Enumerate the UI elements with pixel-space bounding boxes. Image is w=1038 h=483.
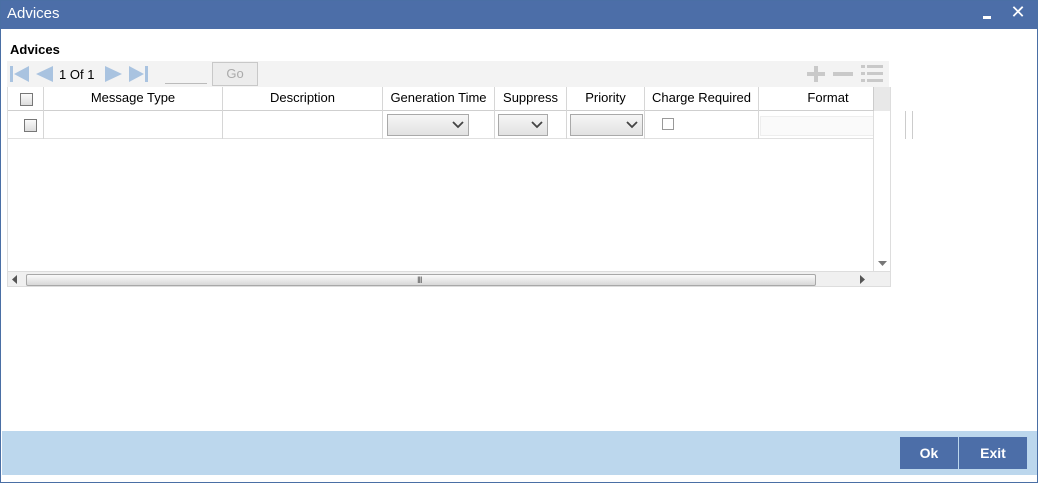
priority-select[interactable] xyxy=(570,114,643,136)
vertical-scrollbar[interactable] xyxy=(873,111,890,271)
total-pages: 1 xyxy=(87,67,95,82)
page-indicator: 1 Of 1 xyxy=(59,67,94,82)
priority-cell xyxy=(567,111,645,139)
go-button[interactable]: Go xyxy=(212,62,258,86)
format-field[interactable] xyxy=(760,116,886,136)
row-select-checkbox[interactable] xyxy=(24,119,37,132)
header-select-all-cell xyxy=(8,87,44,111)
column-header-suppress[interactable]: Suppress xyxy=(495,87,567,111)
column-header-priority[interactable]: Priority xyxy=(567,87,645,111)
charge-required-checkbox[interactable] xyxy=(662,118,674,130)
first-page-icon[interactable] xyxy=(9,65,31,86)
horizontal-scrollbar[interactable]: III xyxy=(8,271,890,286)
chevron-down-icon xyxy=(452,121,464,129)
suppress-cell xyxy=(495,111,567,139)
scroll-left-icon xyxy=(12,275,17,284)
scroll-right-icon xyxy=(860,275,865,284)
column-header-description[interactable]: Description xyxy=(223,87,383,111)
advices-window: Advices ✕ Advices 1 Of 1 Go Message Type… xyxy=(0,0,1038,483)
advices-grid: Message Type Description Generation Time… xyxy=(7,87,891,287)
single-view-icon[interactable] xyxy=(859,63,885,85)
scroll-grip: III xyxy=(417,275,422,285)
close-icon[interactable]: ✕ xyxy=(1009,2,1027,22)
exit-button[interactable]: Exit xyxy=(959,437,1027,469)
last-page-icon[interactable] xyxy=(127,65,149,86)
title-bar: Advices ✕ xyxy=(1,1,1037,29)
chevron-down-icon xyxy=(626,121,638,129)
ok-button[interactable]: Ok xyxy=(900,437,958,469)
minimize-icon[interactable] xyxy=(979,5,995,23)
current-page: 1 xyxy=(59,67,67,82)
description-cell[interactable] xyxy=(223,111,383,139)
column-header-message-type[interactable]: Message Type xyxy=(44,87,223,111)
section-title: Advices xyxy=(10,42,60,57)
next-page-icon[interactable] xyxy=(103,65,125,86)
grid-header: Message Type Description Generation Time… xyxy=(8,87,874,111)
suppress-select[interactable] xyxy=(498,114,548,136)
horizontal-scroll-thumb[interactable]: III xyxy=(26,274,816,286)
column-header-generation-time[interactable]: Generation Time xyxy=(383,87,495,111)
header-scroll-cap xyxy=(873,87,890,111)
previous-page-icon[interactable] xyxy=(33,65,55,86)
of-label: Of xyxy=(69,67,84,82)
charge-required-cell xyxy=(645,111,759,139)
generation-time-select[interactable] xyxy=(387,114,469,136)
chevron-down-icon xyxy=(531,121,543,129)
footer-bar: Ok Exit xyxy=(2,431,1037,475)
page-number-input[interactable] xyxy=(165,64,207,84)
table-row xyxy=(8,111,886,139)
window-title: Advices xyxy=(7,5,60,22)
grid-toolbar: 1 Of 1 Go xyxy=(7,61,889,87)
column-header-format[interactable]: Format xyxy=(759,87,890,111)
generation-time-cell xyxy=(383,111,495,139)
scroll-down-icon xyxy=(878,261,887,266)
row-select-cell xyxy=(8,111,44,139)
delete-row-icon[interactable] xyxy=(831,64,855,84)
column-overflow-divider xyxy=(905,111,913,139)
message-type-cell[interactable] xyxy=(44,111,223,139)
add-row-icon[interactable] xyxy=(805,64,827,84)
column-header-charge-required[interactable]: Charge Required xyxy=(645,87,759,111)
select-all-checkbox[interactable] xyxy=(20,93,33,106)
